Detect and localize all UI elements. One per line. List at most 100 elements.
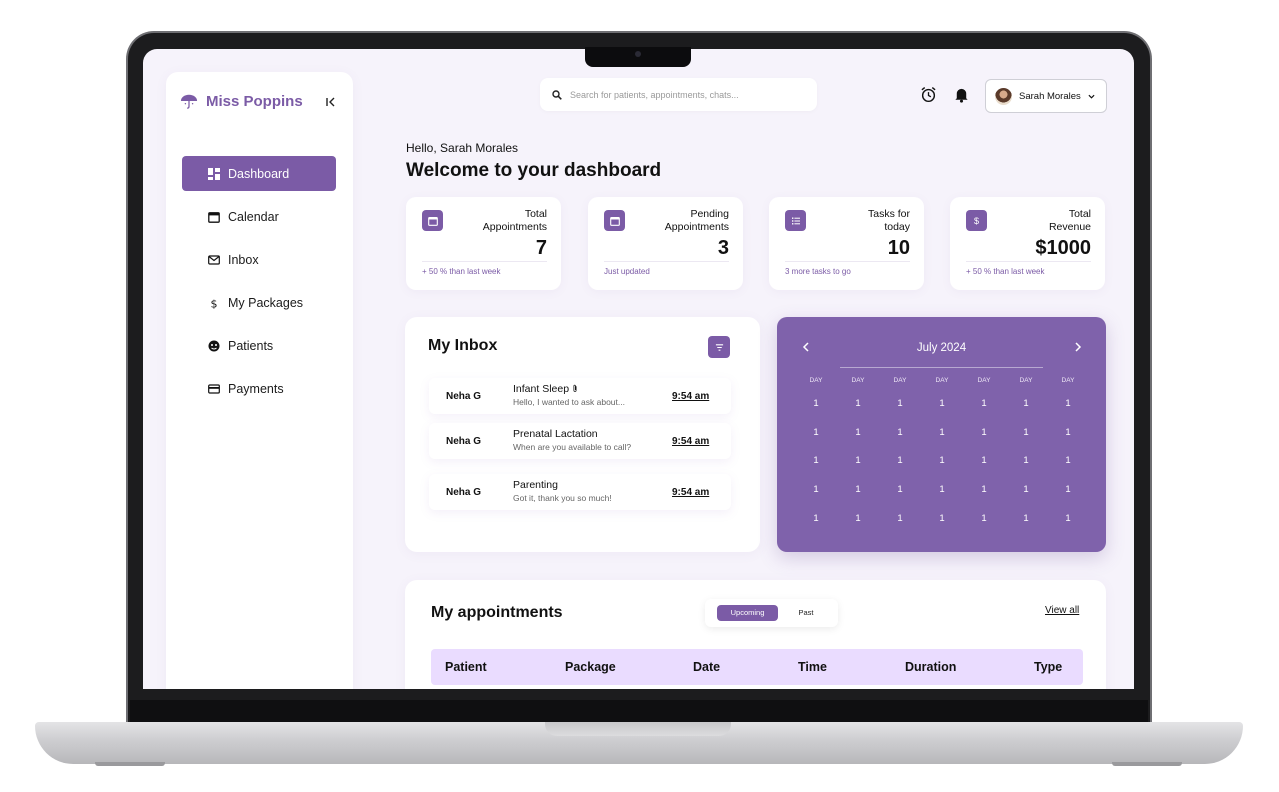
stat-card-pending-appointments: Pending Appointments 3 Just updated: [588, 197, 743, 290]
calendar-day[interactable]: 1: [963, 506, 1005, 535]
calendar-day[interactable]: 1: [879, 477, 921, 506]
tab-past[interactable]: Past: [783, 605, 829, 621]
column-header[interactable]: Patient: [445, 660, 487, 674]
stat-note: + 50 % than last week: [966, 267, 1045, 276]
calendar-day[interactable]: 1: [963, 448, 1005, 477]
card-icon: [208, 383, 220, 394]
calendar-day[interactable]: 1: [837, 420, 879, 449]
paperclip-icon: [573, 384, 577, 392]
column-header[interactable]: Time: [798, 660, 827, 674]
divider: [785, 261, 910, 262]
message-time[interactable]: 9:54 am: [672, 436, 709, 447]
appointments-toggle: Upcoming Past: [705, 599, 838, 627]
calendar-day-header: DAY: [893, 377, 907, 384]
message-time[interactable]: 9:54 am: [672, 391, 709, 402]
calendar-day[interactable]: 1: [795, 391, 837, 420]
inbox-message[interactable]: Neha G Infant Sleep Hello, I wanted to a…: [429, 378, 731, 414]
calendar-day[interactable]: 1: [963, 477, 1005, 506]
sidebar-item-dashboard[interactable]: Dashboard: [182, 156, 336, 191]
inbox-message[interactable]: Neha G Parenting Got it, thank you so mu…: [429, 474, 731, 510]
stat-label: Total Appointments: [482, 208, 547, 233]
stat-note: Just updated: [604, 267, 650, 276]
calendar-day[interactable]: 1: [1005, 506, 1047, 535]
calendar-day[interactable]: 1: [921, 506, 963, 535]
sidebar-item-label: Patients: [228, 338, 274, 353]
sidebar: Miss Poppins Dashboard Calendar Inbox $ …: [166, 72, 353, 689]
calendar-day[interactable]: 1: [879, 420, 921, 449]
message-subject: Parenting: [513, 479, 558, 491]
calendar-day[interactable]: 1: [1047, 420, 1089, 449]
calendar-icon: [604, 210, 625, 231]
search-icon: [552, 89, 562, 100]
appointments-title: My appointments: [431, 604, 563, 621]
column-header[interactable]: Duration: [905, 660, 956, 674]
calendar-day[interactable]: 1: [921, 448, 963, 477]
calendar-day[interactable]: 1: [1047, 391, 1089, 420]
stat-value: 3: [717, 237, 729, 259]
calendar-day[interactable]: 1: [1005, 391, 1047, 420]
column-header[interactable]: Date: [693, 660, 720, 674]
user-menu-button[interactable]: Sarah Morales: [985, 79, 1107, 113]
sidebar-item-payments[interactable]: Payments: [182, 371, 336, 406]
view-all-link[interactable]: View all: [1045, 605, 1079, 616]
stat-card-total-appointments: Total Appointments 7 + 50 % than last wee…: [406, 197, 561, 290]
sidebar-item-calendar[interactable]: Calendar: [182, 199, 336, 234]
bell-icon[interactable]: [953, 86, 970, 103]
column-header[interactable]: Package: [565, 660, 616, 674]
stat-value: 7: [535, 237, 547, 259]
tab-upcoming[interactable]: Upcoming: [717, 605, 778, 621]
sidebar-item-label: Payments: [228, 381, 284, 396]
calendar-day[interactable]: 1: [921, 391, 963, 420]
stat-card-total-revenue: $ Total Revenue $1000 + 50 % than last we…: [950, 197, 1105, 290]
calendar-day[interactable]: 1: [1005, 420, 1047, 449]
calendar-day[interactable]: 1: [921, 477, 963, 506]
divider: [422, 261, 547, 262]
calendar-day[interactable]: 1: [795, 448, 837, 477]
column-header[interactable]: Type: [1034, 660, 1062, 674]
calendar-icon: [208, 211, 220, 223]
filter-button[interactable]: [708, 336, 730, 358]
sidebar-item-my-packages[interactable]: $ My Packages: [182, 285, 336, 320]
calendar-day[interactable]: 1: [837, 477, 879, 506]
calendar-day[interactable]: 1: [795, 477, 837, 506]
inbox-panel: My Inbox Neha G Infant Sleep Hello, I wa…: [405, 317, 760, 552]
list-icon: [785, 210, 806, 231]
stat-value: 10: [887, 237, 910, 259]
calendar-day[interactable]: 1: [879, 506, 921, 535]
brand[interactable]: Miss Poppins: [180, 92, 303, 110]
calendar-day[interactable]: 1: [1047, 477, 1089, 506]
dashboard-icon: [208, 167, 220, 180]
calendar-grid: DAY DAY DAY DAY DAY DAY DAY 1 1 1 1 1 1 1 1 1 1 1 1 1 1 1 1 1 1 1…: [795, 377, 1089, 534]
calendar-day-header: DAY: [935, 377, 949, 384]
sidebar-item-label: My Packages: [228, 295, 304, 310]
calendar-day[interactable]: 1: [837, 506, 879, 535]
calendar-day[interactable]: 1: [879, 391, 921, 420]
calendar-day[interactable]: 1: [879, 448, 921, 477]
calendar-day[interactable]: 1: [1047, 506, 1089, 535]
divider: [604, 261, 729, 262]
sidebar-item-patients[interactable]: Patients: [182, 328, 336, 363]
calendar-icon: [422, 210, 443, 231]
stat-note: 3 more tasks to go: [785, 267, 851, 276]
calendar-day[interactable]: 1: [837, 391, 879, 420]
user-name: Sarah Morales: [1019, 90, 1081, 102]
chevron-right-icon[interactable]: [1071, 340, 1085, 354]
calendar-day[interactable]: 1: [1047, 448, 1089, 477]
calendar-day[interactable]: 1: [795, 506, 837, 535]
calendar-day[interactable]: 1: [795, 420, 837, 449]
sidebar-item-inbox[interactable]: Inbox: [182, 242, 336, 277]
calendar-day-header: DAY: [1061, 377, 1075, 384]
message-time[interactable]: 9:54 am: [672, 487, 709, 498]
calendar-day[interactable]: 1: [1005, 477, 1047, 506]
message-sender: Neha G: [446, 436, 482, 447]
collapse-sidebar-icon[interactable]: [324, 95, 338, 109]
calendar-day[interactable]: 1: [837, 448, 879, 477]
svg-text:$: $: [211, 297, 218, 309]
calendar-day[interactable]: 1: [1005, 448, 1047, 477]
alarm-clock-icon[interactable]: [920, 86, 937, 103]
search-input[interactable]: [570, 89, 800, 100]
calendar-day[interactable]: 1: [963, 420, 1005, 449]
calendar-day[interactable]: 1: [963, 391, 1005, 420]
inbox-message[interactable]: Neha G Prenatal Lactation When are you a…: [429, 423, 731, 459]
calendar-day[interactable]: 1: [921, 420, 963, 449]
